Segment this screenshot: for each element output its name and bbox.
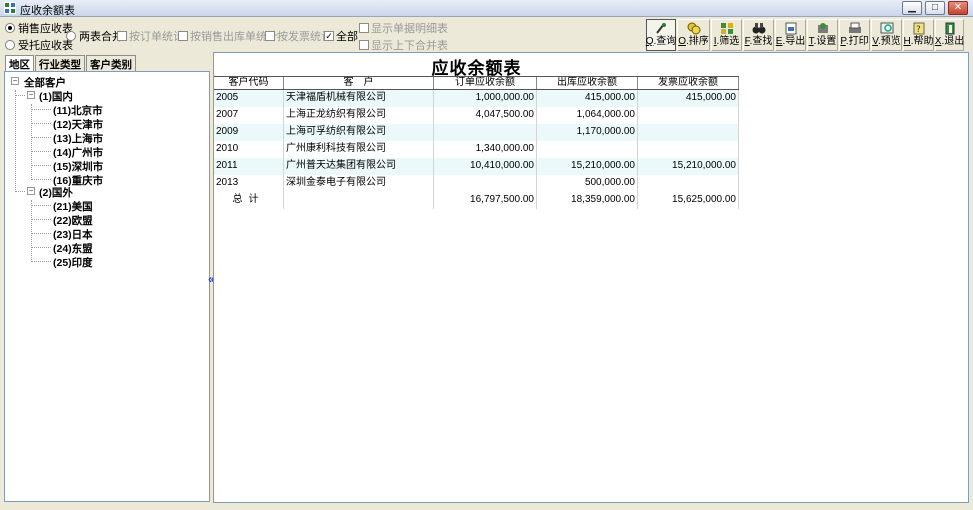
table-row[interactable]: 2013 深圳金泰电子有限公司 500,000.00 bbox=[214, 175, 739, 192]
find-binoculars-icon bbox=[752, 22, 766, 35]
tree-collapse-toggle[interactable]: − bbox=[27, 91, 35, 99]
tree-node-country[interactable]: (21)美国 bbox=[53, 199, 93, 214]
radio-indicator bbox=[5, 23, 15, 33]
table-header: 客户代码 客 户 订单应收余额 出库应收余额 发票应收余额 bbox=[214, 76, 739, 90]
table-total-row[interactable]: 总计 16,797,500.00 18,359,000.00 15,625,00… bbox=[214, 192, 739, 209]
minimize-button[interactable]: ▁ bbox=[902, 1, 922, 15]
customer-tree: − 全部客户 − (1)国内 (11)北京市 (12)天津市 (13)上海市 (… bbox=[4, 71, 210, 502]
tree-node-country[interactable]: (24)东盟 bbox=[53, 241, 93, 256]
window-title: 应收余额表 bbox=[20, 5, 75, 17]
help-icon: ? bbox=[912, 22, 926, 35]
tree-node-city[interactable]: (11)北京市 bbox=[53, 103, 103, 118]
settings-icon bbox=[816, 22, 830, 35]
report-grid: 客户代码 客 户 订单应收余额 出库应收余额 发票应收余额 2005 天津福盾机… bbox=[214, 76, 739, 209]
help-button[interactable]: ? H.帮助 bbox=[903, 19, 934, 51]
tree-collapse-toggle[interactable]: − bbox=[27, 187, 35, 195]
tree-node-city[interactable]: (15)深圳市 bbox=[53, 159, 103, 174]
report-area: 应收余额表 客户代码 客 户 订单应收余额 出库应收余额 发票应收余额 2005… bbox=[213, 52, 969, 503]
checkbox-box bbox=[265, 31, 275, 41]
filter-icon bbox=[720, 22, 734, 35]
sort-button[interactable]: O.排序 bbox=[677, 19, 710, 51]
table-row[interactable]: 2009 上海可孚纺织有限公司 1,170,000.00 bbox=[214, 124, 739, 141]
table-row[interactable]: 2005 天津福盾机械有限公司 1,000,000.00 415,000.00 … bbox=[214, 90, 739, 107]
tree-node-root[interactable]: 全部客户 bbox=[24, 75, 66, 90]
settings-button[interactable]: T.设置 bbox=[807, 19, 838, 51]
radio-consign-receivable[interactable]: 受托应收表 bbox=[5, 37, 73, 53]
tab-region[interactable]: 地区 bbox=[5, 55, 34, 71]
check-by-order[interactable]: 按订单统计 bbox=[117, 28, 184, 44]
preview-button[interactable]: V.预览 bbox=[871, 19, 902, 51]
column-header[interactable]: 客户代码 bbox=[214, 77, 284, 89]
category-tabs: 地区 行业类型 客户类别 bbox=[5, 55, 137, 71]
checkbox-checked: ✓ bbox=[324, 31, 334, 41]
title-bar: 应收余额表 ▁ □ ✕ bbox=[0, 0, 973, 17]
tree-node-domestic[interactable]: (1)国内 bbox=[39, 89, 73, 104]
tree-node-foreign[interactable]: (2)国外 bbox=[39, 185, 73, 200]
query-button[interactable]: Q.查询 bbox=[646, 19, 676, 51]
filter-button[interactable]: I.筛选 bbox=[711, 19, 742, 51]
check-by-outbound[interactable]: 按销售出库单统计 bbox=[178, 28, 278, 44]
check-show-detail[interactable]: 显示单据明细表 bbox=[359, 20, 448, 36]
checkbox-box bbox=[359, 40, 369, 50]
tree-node-country[interactable]: (23)日本 bbox=[53, 227, 93, 242]
toolbar: Q.查询 O.排序 I.筛选 F.查找 E.导出 T.设置 P.打印 V.预览 … bbox=[646, 19, 965, 51]
maximize-button[interactable]: □ bbox=[925, 1, 945, 15]
radio-merge-tables[interactable]: 两表合并 bbox=[66, 28, 123, 44]
tree-node-city[interactable]: (12)天津市 bbox=[53, 117, 103, 132]
svg-text:?: ? bbox=[916, 25, 921, 35]
tab-industry[interactable]: 行业类型 bbox=[35, 55, 85, 71]
print-button[interactable]: P.打印 bbox=[839, 19, 870, 51]
tree-collapse-toggle[interactable]: − bbox=[11, 77, 19, 85]
tree-node-country[interactable]: (25)印度 bbox=[53, 255, 93, 270]
exit-button[interactable]: X.退出 bbox=[935, 19, 964, 51]
exit-icon bbox=[943, 22, 957, 35]
check-by-invoice[interactable]: 按发票统计 bbox=[265, 28, 332, 44]
export-icon bbox=[784, 22, 798, 35]
checkbox-box bbox=[359, 23, 369, 33]
app-icon bbox=[4, 2, 16, 14]
table-row[interactable]: 2011 广州普天达集团有限公司 10,410,000.00 15,210,00… bbox=[214, 158, 739, 175]
column-header[interactable]: 出库应收余额 bbox=[537, 77, 638, 89]
find-button[interactable]: F.查找 bbox=[743, 19, 774, 51]
check-show-merge-vertical[interactable]: 显示上下合并表 bbox=[359, 37, 448, 53]
check-all[interactable]: ✓ 全部 bbox=[324, 28, 358, 44]
tree-node-city[interactable]: (14)广州市 bbox=[53, 145, 103, 160]
tree-node-country[interactable]: (22)欧盟 bbox=[53, 213, 93, 228]
table-row[interactable]: 2010 广州康利科技有限公司 1,340,000.00 bbox=[214, 141, 739, 158]
table-row[interactable]: 2007 上海正龙纺织有限公司 4,047,500.00 1,064,000.0… bbox=[214, 107, 739, 124]
print-icon bbox=[848, 22, 862, 35]
checkbox-box bbox=[178, 31, 188, 41]
column-header[interactable]: 订单应收余额 bbox=[434, 77, 537, 89]
checkbox-box bbox=[117, 31, 127, 41]
close-button[interactable]: ✕ bbox=[948, 1, 968, 15]
tree-node-city[interactable]: (13)上海市 bbox=[53, 131, 103, 146]
radio-sales-receivable[interactable]: 销售应收表 bbox=[5, 20, 73, 36]
query-icon bbox=[654, 22, 668, 35]
radio-indicator bbox=[5, 40, 15, 50]
radio-indicator bbox=[66, 31, 76, 41]
sort-icon bbox=[687, 22, 701, 35]
tab-customer-category[interactable]: 客户类别 bbox=[86, 55, 136, 71]
column-header[interactable]: 客 户 bbox=[284, 77, 434, 89]
column-header[interactable]: 发票应收余额 bbox=[638, 77, 739, 89]
preview-icon bbox=[880, 22, 894, 35]
export-button[interactable]: E.导出 bbox=[775, 19, 806, 51]
